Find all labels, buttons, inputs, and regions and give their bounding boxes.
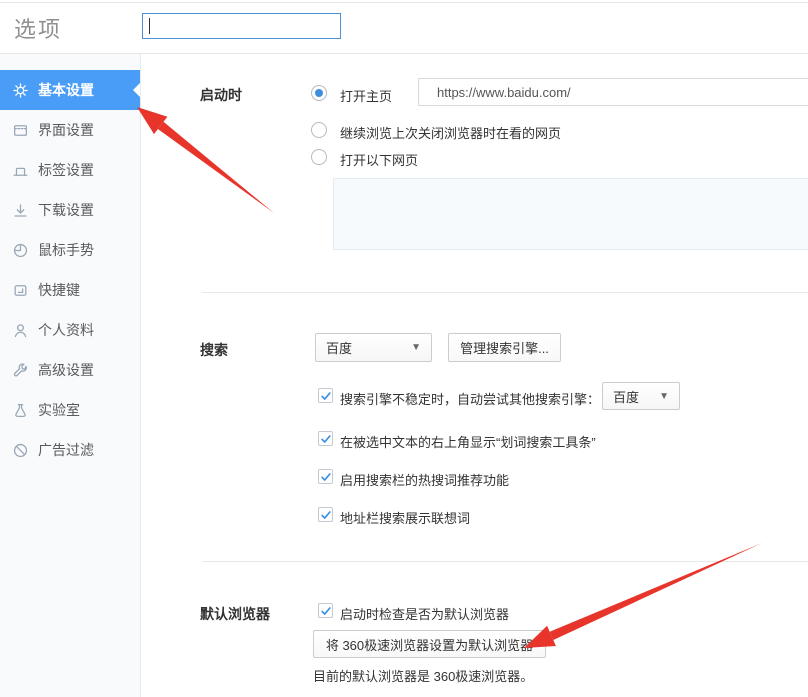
sidebar-item-label: 下载设置	[38, 200, 94, 220]
checkbox-word-search-toolbar-label: 在被选中文本的右上角显示“划词搜索工具条”	[340, 432, 596, 451]
default-browser-section-label: 默认浏览器	[200, 604, 270, 624]
sidebar-item-mouse-gesture[interactable]: 鼠标手势	[0, 230, 140, 270]
manage-search-engines-button[interactable]: 管理搜索引擎...	[448, 333, 561, 362]
download-icon	[12, 202, 29, 219]
options-page: 选项 基本设置 界面设置 标签设置 下载设置	[0, 0, 808, 697]
section-divider	[202, 561, 808, 562]
startup-pages-textarea[interactable]	[333, 178, 808, 250]
top-border	[0, 2, 808, 3]
tab-icon	[12, 162, 29, 179]
homepage-url-input[interactable]	[418, 78, 808, 106]
checkbox-address-bar-suggestions-label: 地址栏搜索展示联想词	[340, 508, 470, 527]
sidebar-item-download-settings[interactable]: 下载设置	[0, 190, 140, 230]
sidebar-item-tab-settings[interactable]: 标签设置	[0, 150, 140, 190]
sidebar-item-interface-settings[interactable]: 界面设置	[0, 110, 140, 150]
set-default-browser-button[interactable]: 将 360极速浏览器设置为默认浏览器	[313, 630, 546, 658]
checkbox-check-default-on-startup[interactable]	[318, 603, 333, 618]
sidebar-item-basic-settings[interactable]: 基本设置	[0, 70, 140, 110]
text-caret	[149, 18, 150, 34]
sidebar-item-ad-filter[interactable]: 广告过滤	[0, 430, 140, 470]
sidebar-item-label: 个人资料	[38, 320, 94, 340]
chevron-down-icon: ▼	[659, 391, 669, 402]
checkbox-fallback-engine-label: 搜索引擎不稳定时，自动尝试其他搜索引擎：	[340, 389, 600, 408]
sidebar-item-label: 标签设置	[38, 160, 94, 180]
radio-open-homepage-label: 打开主页	[340, 86, 392, 105]
sidebar-item-shortcut-keys[interactable]: 快捷键	[0, 270, 140, 310]
radio-open-pages[interactable]	[311, 149, 327, 165]
sidebar-item-label: 实验室	[38, 400, 80, 420]
sidebar-item-label: 基本设置	[38, 80, 94, 100]
fallback-engine-select[interactable]: 百度 ▼	[602, 382, 680, 410]
radio-open-homepage[interactable]	[311, 85, 327, 101]
person-icon	[12, 322, 29, 339]
fallback-engine-select-value: 百度	[613, 387, 639, 406]
checkbox-hot-search-words[interactable]	[318, 469, 333, 484]
section-divider	[202, 292, 808, 293]
sidebar-item-label: 界面设置	[38, 120, 94, 140]
radio-open-pages-label: 打开以下网页	[340, 150, 418, 169]
window-icon	[12, 122, 29, 139]
gear-icon	[12, 82, 29, 99]
search-engine-select-value: 百度	[326, 338, 352, 357]
chevron-down-icon: ▼	[411, 342, 421, 353]
block-icon	[12, 442, 29, 459]
sidebar-item-advanced-settings[interactable]: 高级设置	[0, 350, 140, 390]
checkbox-check-default-on-startup-label: 启动时检查是否为默认浏览器	[340, 604, 509, 623]
sidebar-item-label: 快捷键	[38, 280, 80, 300]
radio-continue-last-session-label: 继续浏览上次关闭浏览器时在看的网页	[340, 123, 561, 142]
sidebar-item-label: 鼠标手势	[38, 240, 94, 260]
sidebar-item-profile[interactable]: 个人资料	[0, 310, 140, 350]
red-arrow-to-set-default-button	[524, 543, 762, 648]
checkbox-address-bar-suggestions[interactable]	[318, 507, 333, 522]
sidebar-item-label: 广告过滤	[38, 440, 94, 460]
settings-search-input[interactable]	[142, 13, 341, 39]
checkbox-hot-search-words-label: 启用搜索栏的热搜词推荐功能	[340, 470, 509, 489]
checkbox-word-search-toolbar[interactable]	[318, 431, 333, 446]
sidebar-item-lab[interactable]: 实验室	[0, 390, 140, 430]
radio-continue-last-session[interactable]	[311, 122, 327, 138]
wrench-icon	[12, 362, 29, 379]
current-default-browser-text: 目前的默认浏览器是 360极速浏览器。	[313, 666, 533, 685]
page-title: 选项	[14, 12, 62, 44]
mouse-icon	[12, 242, 29, 259]
red-arrow-to-basic-settings	[137, 107, 274, 213]
startup-section-label: 启动时	[200, 85, 242, 105]
keyboard-key-icon	[12, 282, 29, 299]
flask-icon	[12, 402, 29, 419]
sidebar-item-label: 高级设置	[38, 360, 94, 380]
checkbox-fallback-engine[interactable]	[318, 388, 333, 403]
sidebar: 基本设置 界面设置 标签设置 下载设置 鼠标手势	[0, 54, 141, 697]
search-section-label: 搜索	[200, 340, 228, 360]
search-engine-select[interactable]: 百度 ▼	[315, 333, 432, 362]
